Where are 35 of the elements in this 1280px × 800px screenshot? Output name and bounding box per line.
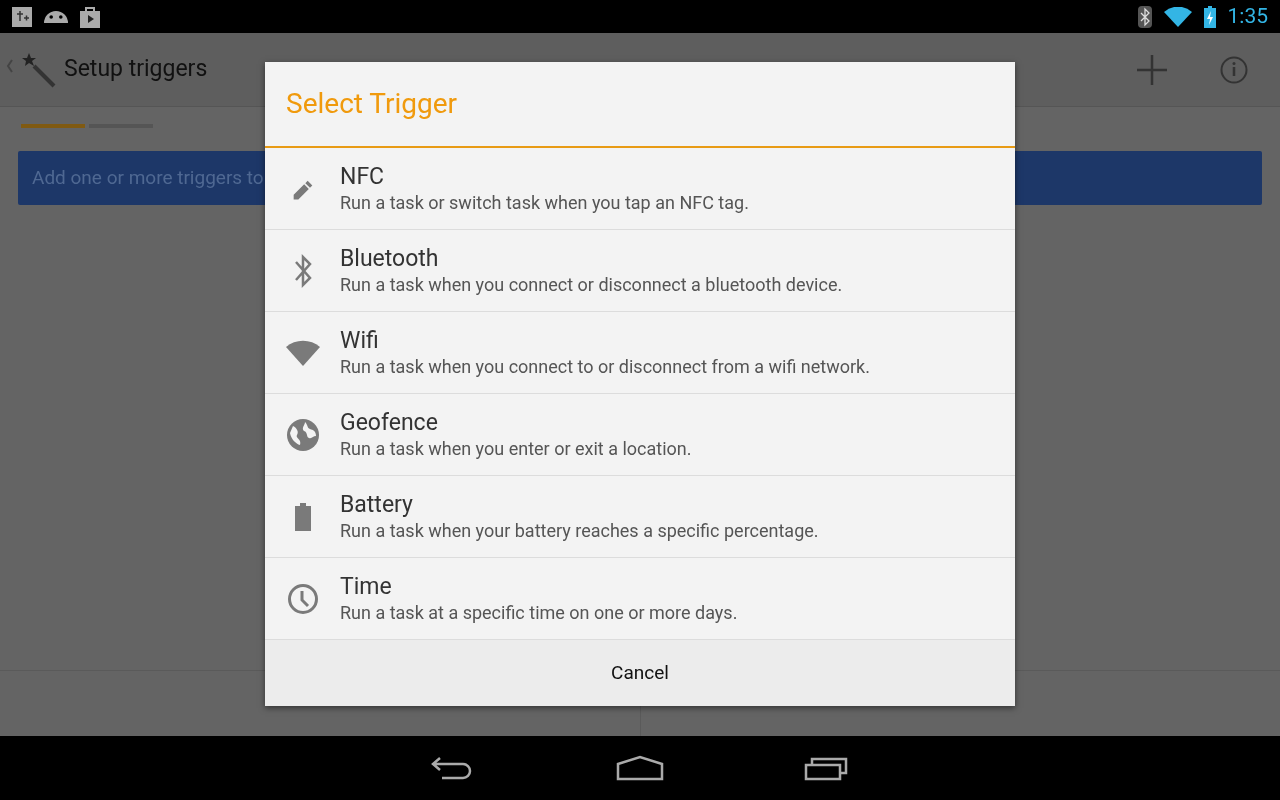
wifi-icon	[284, 338, 321, 367]
trigger-name: Time	[340, 572, 393, 601]
globe-icon	[284, 416, 321, 453]
trigger-name: NFC	[340, 162, 386, 191]
trigger-list-item[interactable]: Battery Run a task when your battery reaches a specific percentage.	[265, 476, 1015, 558]
house-outline-icon	[616, 755, 664, 781]
screen-title: Setup triggers	[64, 54, 208, 85]
store-bag-icon	[80, 5, 100, 28]
plus-icon	[1136, 53, 1168, 86]
bluetooth-icon	[1137, 5, 1152, 28]
clock-icon	[286, 582, 319, 615]
battery-icon	[1203, 5, 1216, 28]
trigger-description: Run a task or switch task when you tap an NFC tag.	[340, 190, 749, 215]
trigger-list-item[interactable]: Bluetooth Run a task when you connect or disconnect a bluetooth device.	[265, 230, 1015, 312]
recents-button[interactable]	[804, 755, 850, 781]
trigger-description: Run a task when you connect to or disconnect from a wifi network.	[340, 354, 870, 379]
trigger-description: Run a task when your battery reaches a specific percentage.	[340, 518, 819, 543]
trigger-description: Run a task when you connect or disconnect a bluetooth device.	[340, 272, 843, 297]
clock-time: 1:35	[1227, 2, 1268, 30]
trigger-name: Geofence	[340, 408, 439, 437]
stacked-windows-icon	[804, 755, 850, 781]
battery-icon	[293, 502, 312, 531]
trigger-description: Run a task at a specific time on one or more days.	[340, 600, 738, 625]
trigger-name: Bluetooth	[340, 244, 440, 273]
trigger-list-item[interactable]: Geofence Run a task when you enter or exit a location.	[265, 394, 1015, 476]
trigger-list-item[interactable]: Wifi Run a task when you connect to or disconnect from a wifi network.	[265, 312, 1015, 394]
home-button[interactable]	[616, 755, 664, 781]
info-icon	[1220, 55, 1248, 84]
trigger-name: Wifi	[340, 326, 380, 355]
cancel-button[interactable]: Cancel	[265, 640, 1015, 706]
trigger-name: Battery	[340, 490, 414, 519]
dialog-title: Select Trigger	[286, 86, 458, 122]
trigger-list-item[interactable]: NFC Run a task or switch task when you tap an NFC tag.	[265, 148, 1015, 230]
trigger-description: Run a task when you enter or exit a location.	[340, 436, 692, 461]
wifi-icon	[1163, 6, 1192, 27]
